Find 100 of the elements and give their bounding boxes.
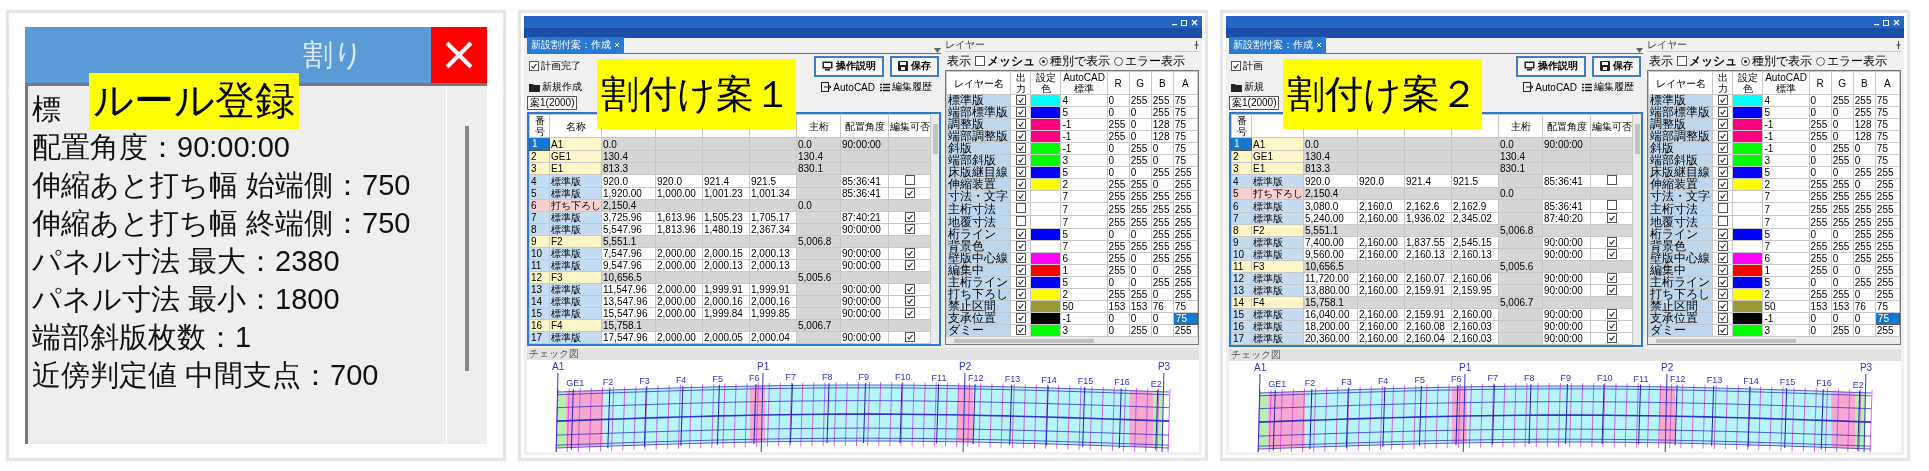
close-icon[interactable] — [1191, 18, 1198, 26]
checkbox[interactable] — [904, 248, 915, 258]
checkbox[interactable] — [1717, 95, 1728, 105]
checkbox[interactable] — [1717, 179, 1728, 189]
plan-select[interactable]: 案1(2000) — [1229, 96, 1280, 110]
checkbox[interactable] — [1015, 229, 1026, 239]
checkbox[interactable] — [1717, 241, 1728, 251]
table-cell: 255 — [1107, 240, 1130, 253]
scrollbar[interactable] — [954, 338, 1094, 343]
dropdown-icon[interactable] — [934, 48, 941, 53]
checkbox[interactable] — [1015, 167, 1026, 177]
checkbox[interactable] — [1015, 179, 1026, 189]
checkbox[interactable] — [975, 56, 985, 66]
checkbox[interactable] — [1015, 131, 1026, 141]
pin-icon[interactable] — [1194, 40, 1199, 49]
pin-icon[interactable] — [1896, 40, 1901, 49]
checkbox[interactable] — [1015, 95, 1026, 105]
plan-select[interactable]: 案1(2000) — [527, 96, 578, 110]
scrollbar[interactable] — [1634, 124, 1640, 154]
checkbox[interactable] — [1606, 237, 1617, 247]
checkbox[interactable] — [904, 212, 915, 222]
checkbox[interactable] — [1717, 191, 1728, 201]
checkbox[interactable] — [529, 61, 539, 71]
checkbox[interactable] — [1606, 309, 1617, 319]
checkbox[interactable] — [904, 175, 915, 185]
autocad-button[interactable]: AutoCAD — [821, 81, 875, 93]
checkbox[interactable] — [904, 284, 915, 294]
close-button[interactable] — [431, 27, 487, 83]
checkbox[interactable] — [1015, 216, 1026, 226]
save-button[interactable]: 保存 — [1592, 55, 1641, 77]
checkbox[interactable] — [1606, 321, 1617, 331]
checkbox[interactable] — [1717, 229, 1728, 239]
checkbox[interactable] — [904, 308, 915, 318]
new-button[interactable]: 新規作成 — [529, 80, 582, 94]
checkbox[interactable] — [1606, 175, 1617, 185]
close-icon[interactable] — [1316, 42, 1322, 48]
close-icon[interactable] — [1893, 18, 1900, 26]
checkbox[interactable] — [1717, 301, 1728, 311]
scrollbar[interactable] — [932, 124, 938, 154]
checkbox[interactable] — [1717, 119, 1728, 129]
history-button[interactable]: 編集履歴 — [1582, 80, 1634, 94]
checkbox[interactable] — [1717, 313, 1728, 323]
radio-button[interactable] — [1039, 56, 1048, 66]
checkbox[interactable] — [1717, 289, 1728, 299]
checkbox[interactable] — [1015, 253, 1026, 263]
checkbox[interactable] — [1606, 333, 1617, 343]
radio-button[interactable] — [1741, 56, 1750, 66]
checkbox[interactable] — [1015, 241, 1026, 251]
checkbox[interactable] — [1231, 61, 1241, 71]
checkbox[interactable] — [1015, 143, 1026, 153]
radio-button[interactable] — [1114, 56, 1123, 66]
checkbox[interactable] — [1606, 273, 1617, 283]
checkbox[interactable] — [904, 332, 915, 342]
close-icon[interactable] — [614, 42, 620, 48]
checkbox[interactable] — [1606, 285, 1617, 295]
checkbox[interactable] — [1015, 119, 1026, 129]
checkbox[interactable] — [1717, 167, 1728, 177]
checkbox[interactable] — [1015, 265, 1026, 275]
restore-icon[interactable] — [1181, 18, 1188, 26]
checkbox[interactable] — [1015, 325, 1026, 335]
checkbox[interactable] — [1717, 216, 1728, 226]
help-button[interactable]: 操作説明 — [814, 55, 884, 77]
save-button[interactable]: 保存 — [890, 55, 939, 77]
checkbox[interactable] — [904, 296, 915, 306]
checkbox[interactable] — [1015, 155, 1026, 165]
help-button[interactable]: 操作説明 — [1516, 55, 1586, 77]
checkbox[interactable] — [1717, 131, 1728, 141]
checkbox[interactable] — [1015, 313, 1026, 323]
checkbox[interactable] — [1015, 191, 1026, 201]
checkbox[interactable] — [1015, 277, 1026, 287]
new-button[interactable]: 新規 — [1231, 80, 1264, 94]
checkbox[interactable] — [1717, 143, 1728, 153]
checkbox[interactable] — [1015, 107, 1026, 117]
radio-button[interactable] — [1816, 56, 1825, 66]
document-tab[interactable]: 新設割付案：作成 — [1229, 37, 1326, 53]
checkbox[interactable] — [1015, 203, 1026, 213]
checkbox[interactable] — [1015, 289, 1026, 299]
checkbox[interactable] — [904, 260, 915, 270]
checkbox[interactable] — [1717, 203, 1728, 213]
checkbox[interactable] — [1717, 265, 1728, 275]
checkbox[interactable] — [1717, 277, 1728, 287]
checkbox[interactable] — [1606, 249, 1617, 259]
checkbox[interactable] — [1606, 200, 1617, 210]
checkbox[interactable] — [1677, 56, 1687, 66]
scrollbar[interactable] — [1656, 338, 1796, 343]
checkbox[interactable] — [1717, 107, 1728, 117]
scrollbar[interactable] — [465, 126, 469, 371]
checkbox[interactable] — [1015, 301, 1026, 311]
dropdown-icon[interactable] — [1636, 48, 1643, 53]
checkbox[interactable] — [1717, 253, 1728, 263]
history-button[interactable]: 編集履歴 — [880, 80, 932, 94]
document-tab[interactable]: 新設割付案：作成 — [527, 37, 624, 53]
checkbox[interactable] — [1606, 213, 1617, 223]
checkbox[interactable] — [1717, 155, 1728, 165]
table-cell: 5 — [1762, 276, 1810, 289]
checkbox[interactable] — [1717, 325, 1728, 335]
autocad-button[interactable]: AutoCAD — [1523, 81, 1577, 93]
restore-icon[interactable] — [1883, 18, 1890, 26]
checkbox[interactable] — [904, 188, 915, 198]
checkbox[interactable] — [904, 224, 915, 234]
